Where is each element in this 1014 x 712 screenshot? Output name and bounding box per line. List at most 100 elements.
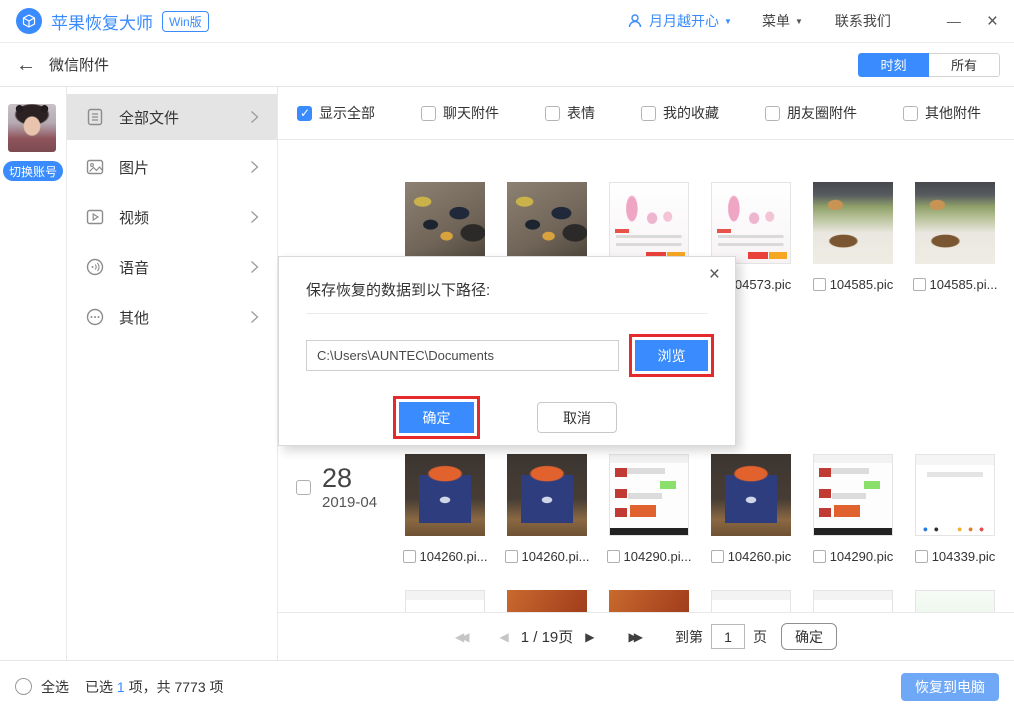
grid-item[interactable]	[915, 590, 995, 612]
thumbnail[interactable]	[915, 454, 995, 536]
item-checkbox[interactable]	[813, 550, 826, 563]
sidebar-item-other[interactable]: 其他	[67, 294, 277, 340]
previous-page-button[interactable]: ◀	[500, 631, 509, 643]
item-filename: 104260.pi...	[522, 549, 590, 564]
thumbnail[interactable]	[813, 590, 893, 612]
grid-item[interactable]: 104585.pi...	[915, 182, 995, 292]
chevron-right-icon	[250, 110, 259, 124]
grid-item[interactable]	[609, 590, 689, 612]
date-group-checkbox[interactable]	[296, 480, 311, 495]
thumbnail[interactable]	[915, 182, 995, 264]
win-version-badge: Win版	[162, 11, 209, 32]
user-icon	[627, 13, 643, 29]
thumbnail[interactable]	[405, 590, 485, 612]
selected-mid: 项，共	[129, 679, 171, 695]
thumbnail[interactable]	[711, 590, 791, 612]
item-checkbox[interactable]	[403, 550, 416, 563]
thumbnail[interactable]	[405, 182, 485, 264]
grid-item[interactable]	[813, 590, 893, 612]
filter-stickers[interactable]: 表情	[545, 103, 595, 123]
grid-item[interactable]	[405, 590, 485, 612]
thumbnail[interactable]	[507, 590, 587, 612]
filter-chat-attachments[interactable]: 聊天附件	[421, 103, 499, 123]
filter-moments-attachments[interactable]: 朋友圈附件	[765, 103, 857, 123]
checkbox-checked[interactable]	[297, 106, 312, 121]
profile-column: 切换账号	[0, 87, 66, 660]
goto-confirm-button[interactable]: 确定	[781, 623, 837, 650]
item-checkbox[interactable]	[505, 550, 518, 563]
app-logo-icon	[16, 8, 42, 34]
thumbnail[interactable]	[711, 182, 791, 264]
total-suffix: 项	[210, 679, 224, 695]
checkbox[interactable]	[765, 106, 780, 121]
first-page-button[interactable]: ◀◀	[455, 631, 465, 643]
thumbnail[interactable]	[711, 454, 791, 536]
thumbnail[interactable]	[609, 454, 689, 536]
user-account-menu[interactable]: 月月越开心 ▼	[627, 11, 732, 31]
filter-other-attachments[interactable]: 其他附件	[903, 103, 981, 123]
next-page-button[interactable]: ▶	[585, 631, 594, 643]
select-all-checkbox[interactable]	[15, 678, 32, 695]
browse-button[interactable]: 浏览	[635, 340, 708, 371]
sidebar-item-label: 其他	[119, 307, 250, 328]
cancel-button[interactable]: 取消	[537, 402, 617, 433]
nav-bar: ← 微信附件 时刻 所有	[0, 43, 1014, 87]
menu-dropdown[interactable]: 菜单 ▼	[762, 11, 803, 31]
sidebar-item-videos[interactable]: 视频	[67, 194, 277, 240]
thumbnail[interactable]	[609, 590, 689, 612]
checkbox[interactable]	[421, 106, 436, 121]
image-icon	[85, 157, 105, 177]
grid-item[interactable]: 104260.pi...	[507, 454, 587, 564]
thumbnail[interactable]	[507, 182, 587, 264]
filter-label: 表情	[567, 103, 595, 123]
item-checkbox[interactable]	[711, 550, 724, 563]
page-number-input[interactable]	[711, 624, 745, 649]
sidebar-item-voice[interactable]: 语音	[67, 244, 277, 290]
selected-prefix: 已选	[85, 679, 113, 695]
grid-item[interactable]	[711, 590, 791, 612]
toggle-all[interactable]: 所有	[929, 53, 1000, 77]
grid-item[interactable]: 104290.pic	[813, 454, 893, 564]
toggle-moments[interactable]: 时刻	[858, 53, 929, 77]
grid-item[interactable]: 104339.pic	[915, 454, 995, 564]
minimize-button[interactable]: —	[947, 13, 961, 29]
grid-item[interactable]: 104260.pi...	[405, 454, 485, 564]
grid-item[interactable]	[507, 590, 587, 612]
sidebar-item-pictures[interactable]: 图片	[67, 144, 277, 190]
filter-favorites[interactable]: 我的收藏	[641, 103, 719, 123]
thumbnail[interactable]	[507, 454, 587, 536]
contact-us-link[interactable]: 联系我们	[835, 11, 891, 31]
ok-button[interactable]: 确定	[399, 402, 474, 433]
grid-item[interactable]: 104290.pi...	[609, 454, 689, 564]
checkbox[interactable]	[903, 106, 918, 121]
close-button[interactable]: ×	[987, 12, 998, 31]
item-checkbox[interactable]	[607, 550, 620, 563]
thumbnail[interactable]	[813, 182, 893, 264]
item-filename: 104290.pic	[830, 549, 894, 564]
save-path-input[interactable]	[306, 340, 619, 371]
grid-item[interactable]: 104260.pic	[711, 454, 791, 564]
last-page-button[interactable]: ▶▶	[629, 631, 639, 643]
bottom-bar: 全选 已选 1 项，共 7773 项 恢复到电脑	[0, 660, 1014, 712]
thumbnail[interactable]	[405, 454, 485, 536]
recover-to-pc-button[interactable]: 恢复到电脑	[901, 673, 999, 701]
checkbox[interactable]	[641, 106, 656, 121]
item-checkbox[interactable]	[915, 550, 928, 563]
sidebar-item-all-files[interactable]: 全部文件	[67, 94, 277, 140]
item-filename: 104573.pic	[728, 277, 792, 292]
page-title: 微信附件	[49, 54, 109, 75]
thumbnail[interactable]	[915, 590, 995, 612]
grid-item[interactable]: 104585.pic	[813, 182, 893, 292]
thumbnail[interactable]	[609, 182, 689, 264]
switch-account-button[interactable]: 切换账号	[3, 161, 63, 181]
checkbox[interactable]	[545, 106, 560, 121]
thumbnail[interactable]	[813, 454, 893, 536]
back-arrow-button[interactable]: ←	[16, 55, 36, 75]
chevron-right-icon	[250, 260, 259, 274]
item-filename: 104339.pic	[932, 549, 996, 564]
item-checkbox[interactable]	[813, 278, 826, 291]
item-checkbox[interactable]	[913, 278, 926, 291]
filter-show-all[interactable]: 显示全部	[297, 103, 375, 123]
page-unit-label: 页	[753, 627, 767, 647]
dialog-close-icon[interactable]: ×	[709, 265, 720, 284]
